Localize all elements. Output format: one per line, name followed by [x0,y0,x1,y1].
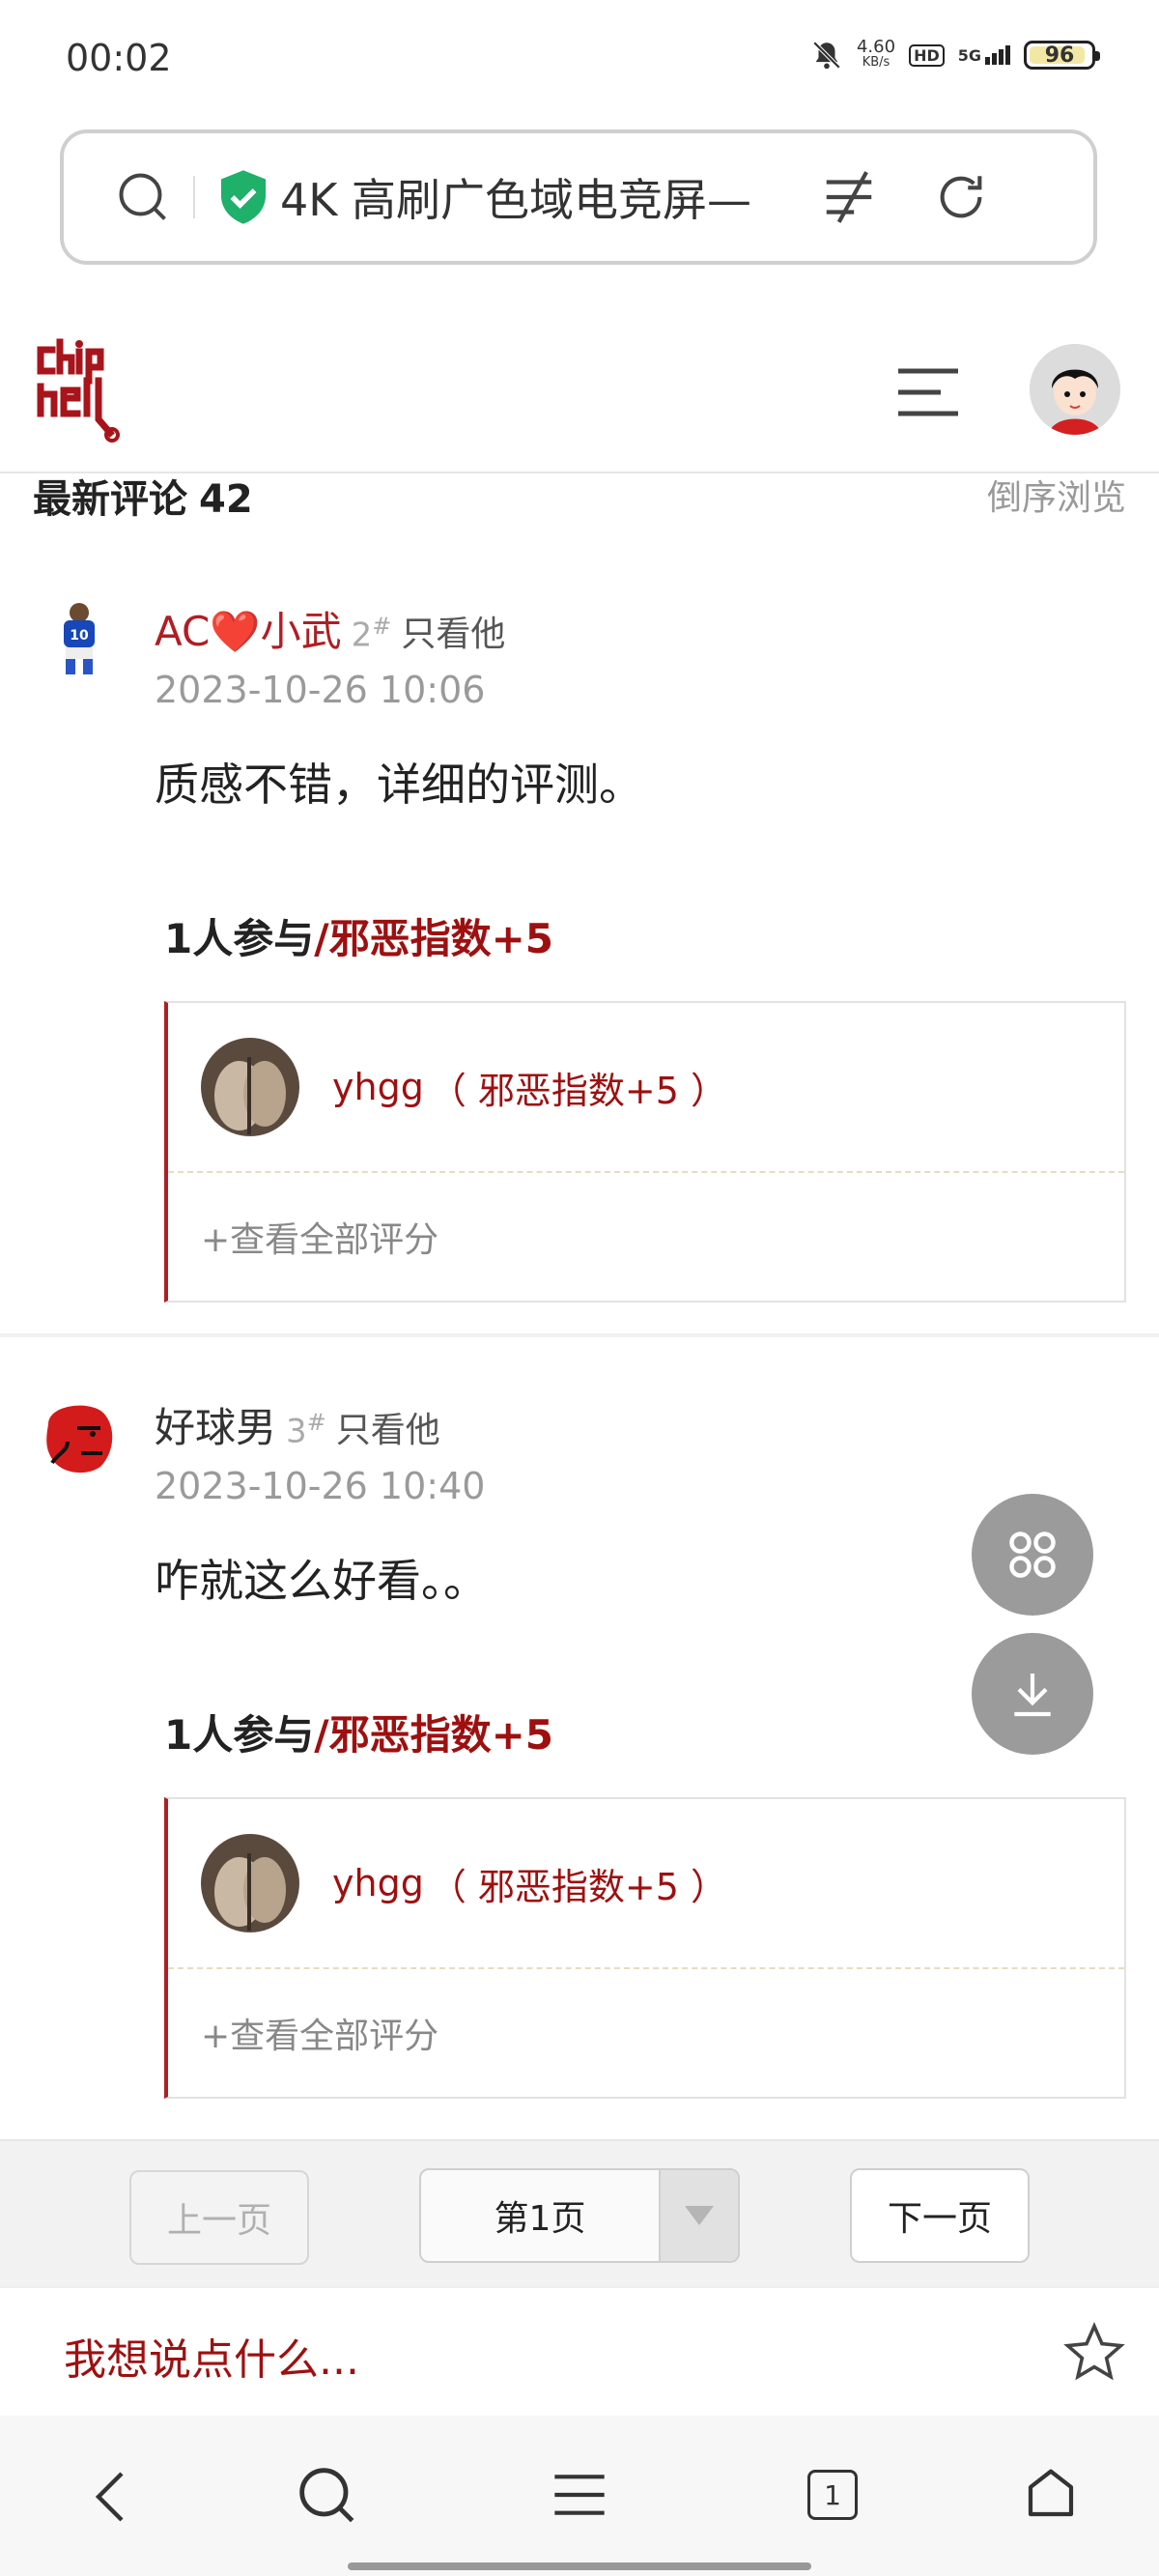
comment-text: 咋就这么好看。。 [155,1555,488,1607]
comment-author[interactable]: 好球男 [155,1395,276,1454]
rating-summary: 1人参与/邪恶指数+5 [164,906,553,965]
view-all-ratings-link[interactable]: +查看全部评分 [201,1212,438,1262]
comment-meta: AC❤️小武 2# 只看他 [155,599,505,658]
comment-separator [0,1333,1159,1337]
comment-meta: 好球男 3# 只看他 [155,1395,440,1454]
quick-menu-button[interactable] [972,1494,1093,1616]
scroll-down-button[interactable] [972,1633,1093,1755]
comment-avatar[interactable] [39,1395,120,1476]
tabs-button[interactable]: 1 [807,2470,858,2520]
comment-author[interactable]: AC❤️小武 [155,599,342,658]
next-page-button[interactable]: 下一页 [850,2168,1030,2263]
comments-count: 42 [199,477,253,522]
prev-page-button[interactable]: 上一页 [129,2170,309,2265]
floor-mark: # [306,1408,326,1436]
mute-bell-icon [812,41,841,70]
hamburger-menu-icon[interactable] [896,365,960,419]
rater-name[interactable]: yhgg [332,1862,424,1904]
view-all-ratings-link[interactable]: +查看全部评分 [201,2008,438,2058]
arrow-down-icon [1014,1674,1051,1717]
rater-name[interactable]: yhgg [332,1066,424,1108]
only-view-author-link[interactable]: 只看他 [336,1402,440,1452]
user-avatar[interactable] [1030,344,1120,435]
grid-icon [1009,1531,1056,1578]
comment-text: 质感不错，详细的评测。 [155,758,643,811]
back-icon[interactable] [87,2468,133,2526]
rating-box: yhgg （ 邪恶指数+5 ） +查看全部评分 [164,1001,1126,1302]
refresh-icon[interactable] [933,169,989,225]
battery-icon: 96 [1024,41,1100,70]
rating-count: 1人参与 [164,1711,315,1759]
star-favorite-icon[interactable] [1062,2321,1126,2385]
rating-count: 1人参与 [164,915,315,962]
rating-title: /邪恶指数+5 [314,915,553,962]
reply-input[interactable]: 我想说点什么... [64,2325,359,2387]
rating-title: /邪恶指数+5 [314,1711,553,1759]
home-indicator[interactable] [348,2562,811,2570]
rater-avatar[interactable] [201,1834,299,1932]
home-icon[interactable] [1024,2466,1078,2522]
rater-detail: （ 邪恶指数+5 ） [429,1069,728,1112]
status-time: 00:02 [66,37,172,79]
network-type: 5G [957,46,981,65]
comment-time: 2023-10-26 10:40 [155,1465,486,1507]
rating-box: yhgg （ 邪恶指数+5 ） +查看全部评分 [164,1797,1126,2099]
page-title-in-urlbar[interactable]: 4K 高刷广色域电竞屏— [280,165,802,229]
only-view-author-link[interactable]: 只看他 [401,606,505,656]
shield-check-icon [220,170,267,224]
floor-value: 2 [351,615,373,654]
chiphell-logo[interactable]: chiphell [35,338,141,444]
site-header [0,309,1159,473]
comments-heading: 最新评论 42 [33,468,253,524]
comments-heading-label: 最新评论 [33,477,187,522]
rater-avatar[interactable] [201,1038,299,1136]
net-speed-value: 4.60 [856,37,896,57]
rating-entry: yhgg （ 邪恶指数+5 ） [168,1003,1124,1171]
comment-time: 2023-10-26 10:06 [155,669,486,711]
search-icon[interactable] [296,2464,357,2526]
page-select[interactable]: 第1页 [419,2168,740,2263]
net-speed-unit: KB/s [862,55,890,70]
search-icon[interactable] [114,168,172,226]
reverse-order-link[interactable]: 倒序浏览 [987,470,1126,520]
dropdown-arrow-icon[interactable] [683,2204,716,2227]
svg-text:10: 10 [70,628,89,644]
rating-entry: yhgg （ 邪恶指数+5 ） [168,1799,1124,1967]
comment-avatar[interactable]: 10 [39,599,120,680]
floor-number: 2# [352,613,392,654]
tabs-count: 1 [824,2478,841,2511]
address-bar[interactable]: 4K 高刷广色域电竞屏— [60,129,1097,265]
rating-summary: 1人参与/邪恶指数+5 [164,1703,553,1761]
rater-detail: （ 邪恶指数+5 ） [429,1865,728,1908]
hd-badge: HD [909,43,945,67]
floor-mark: # [372,612,392,640]
menu-icon[interactable] [552,2472,607,2518]
floor-number: 3# [286,1409,326,1450]
battery-level: 96 [1044,43,1075,68]
current-page[interactable]: 第1页 [421,2170,661,2261]
signal-icon: 5G [958,45,1010,65]
reader-mode-icon[interactable] [819,167,879,227]
status-icons: 4.60 KB/s HD 5G 96 [810,37,1100,72]
floor-value: 3 [286,1412,307,1450]
